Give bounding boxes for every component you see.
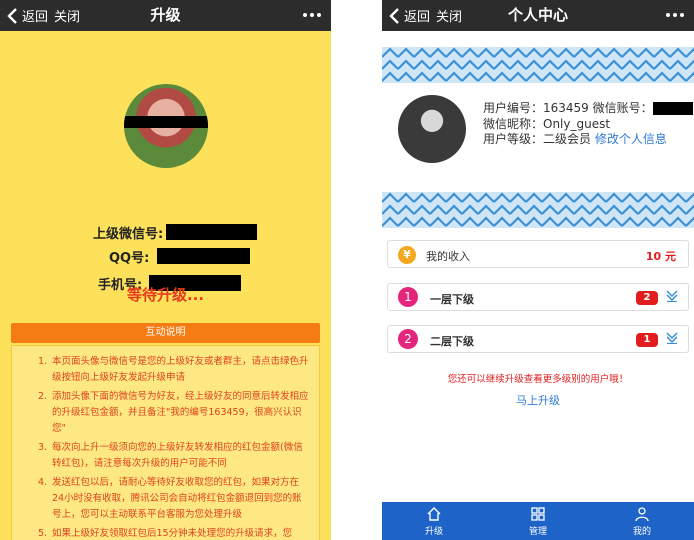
- wechat-label: 上级微信号:: [93, 226, 164, 242]
- wechat-row: 上级微信号:: [93, 223, 258, 242]
- edit-profile-link[interactable]: 修改个人信息: [595, 132, 667, 146]
- rule-item: 4. 发送红包以后，请耐心等待好友收取您的红包，如果对方在24小时没有收取，腾讯公…: [38, 477, 302, 520]
- close-button[interactable]: 关闭: [54, 0, 80, 31]
- income-label: 我的收入: [426, 250, 470, 263]
- user-icon: [635, 506, 649, 521]
- more-menu-icon[interactable]: [666, 13, 684, 17]
- income-amount: 10 元: [645, 250, 676, 263]
- wechat-censor: [166, 224, 258, 240]
- download-icon[interactable]: [666, 332, 678, 344]
- rule-item: 1. 本页面头像与微信号是您的上级好友或者群主，请点击绿色升级按钮向上级好友发起升…: [38, 356, 309, 383]
- qq-label: QQ号:: [109, 250, 150, 266]
- user-info: 用户编号：163459 微信账号： 微信昵称：Only_guest 用户等级：二…: [483, 101, 693, 148]
- close-button[interactable]: 关闭: [436, 0, 462, 31]
- tab-label: 我的: [632, 526, 651, 537]
- personal-center-screen: 返回 关闭 个人中心 用户编号：163459 微信账号： 微信昵称：Only_g…: [382, 0, 694, 540]
- screenshot-pair: 返回 关闭 升级 上级微信号: QQ号: 手机号: 等待升级... 互动说明 1…: [0, 0, 694, 540]
- chevron-left-icon: [389, 7, 399, 24]
- rule-item: 2. 添加头像下面的微信号为好友，经上级好友的同意后转发相应的升级红包金额，并且备…: [38, 391, 309, 434]
- count-badge: 2: [636, 291, 658, 305]
- upgrade-notice: 您还可以继续升级查看更多级别的用户哦！: [447, 374, 629, 385]
- income-row[interactable]: ¥ 我的收入 10 元: [387, 240, 689, 268]
- user-avatar: [398, 95, 466, 163]
- wechat-censor: [652, 102, 693, 115]
- nickname-line: 微信昵称：Only_guest: [483, 116, 611, 131]
- zigzag-pattern-bottom: [382, 192, 694, 228]
- rule-item: 3. 每次向上升一级须向您的上级好友转发相应的红包金额(微信转红包)，请注意每次升…: [38, 442, 303, 469]
- back-label: 返回: [404, 10, 431, 25]
- level-label: 二层下级: [430, 335, 474, 348]
- chevron-left-icon: [7, 7, 17, 24]
- tab-mine[interactable]: 我的: [590, 502, 694, 540]
- qq-censor: [157, 248, 251, 264]
- grid-icon: [531, 506, 545, 521]
- tab-upgrade[interactable]: 升级: [382, 502, 486, 540]
- level-row[interactable]: 1 一层下级 2: [387, 283, 689, 311]
- rules-panel: 1. 本页面头像与微信号是您的上级好友或者群主，请点击绿色升级按钮向上级好友发起升…: [11, 345, 320, 540]
- nav-bar: 返回 关闭 个人中心: [382, 0, 694, 31]
- more-menu-icon[interactable]: [303, 13, 321, 17]
- count-badge: 1: [636, 333, 658, 347]
- superior-avatar: [124, 84, 208, 168]
- rule-item: 5. 如果上级好友领取红包后15分钟未处理您的升级请求，您: [38, 528, 293, 539]
- level-number-badge: 1: [398, 287, 418, 307]
- level-label: 一层下级: [430, 293, 474, 306]
- help-title-bar: 互动说明: [11, 323, 320, 343]
- user-level-line: 用户等级：二级会员: [483, 132, 592, 146]
- nav-bar: 返回 关闭 升级: [0, 0, 331, 31]
- censor-bar: [124, 116, 208, 128]
- qq-row: QQ号:: [109, 247, 251, 266]
- bottom-tab-bar: 升级 管理 我的: [382, 502, 694, 540]
- waiting-status: 等待升级...: [126, 286, 205, 304]
- level-number-badge: 2: [398, 329, 418, 349]
- tab-label: 管理: [528, 526, 547, 537]
- user-id-line: 用户编号：163459 微信账号：: [483, 101, 653, 115]
- upgrade-now-link[interactable]: 马上升级: [382, 392, 694, 408]
- level-row[interactable]: 2 二层下级 1: [387, 325, 689, 353]
- home-icon: [427, 506, 441, 521]
- zigzag-pattern-top: [382, 47, 694, 83]
- coin-icon: ¥: [398, 246, 416, 264]
- download-icon[interactable]: [666, 290, 678, 302]
- back-button[interactable]: 返回: [6, 0, 48, 31]
- tab-manage[interactable]: 管理: [486, 502, 590, 540]
- upgrade-screen: 返回 关闭 升级 上级微信号: QQ号: 手机号: 等待升级... 互动说明 1…: [0, 0, 331, 540]
- back-button[interactable]: 返回: [388, 0, 430, 31]
- tab-label: 升级: [424, 526, 443, 537]
- page-title: 升级: [150, 6, 181, 24]
- back-label: 返回: [22, 10, 49, 25]
